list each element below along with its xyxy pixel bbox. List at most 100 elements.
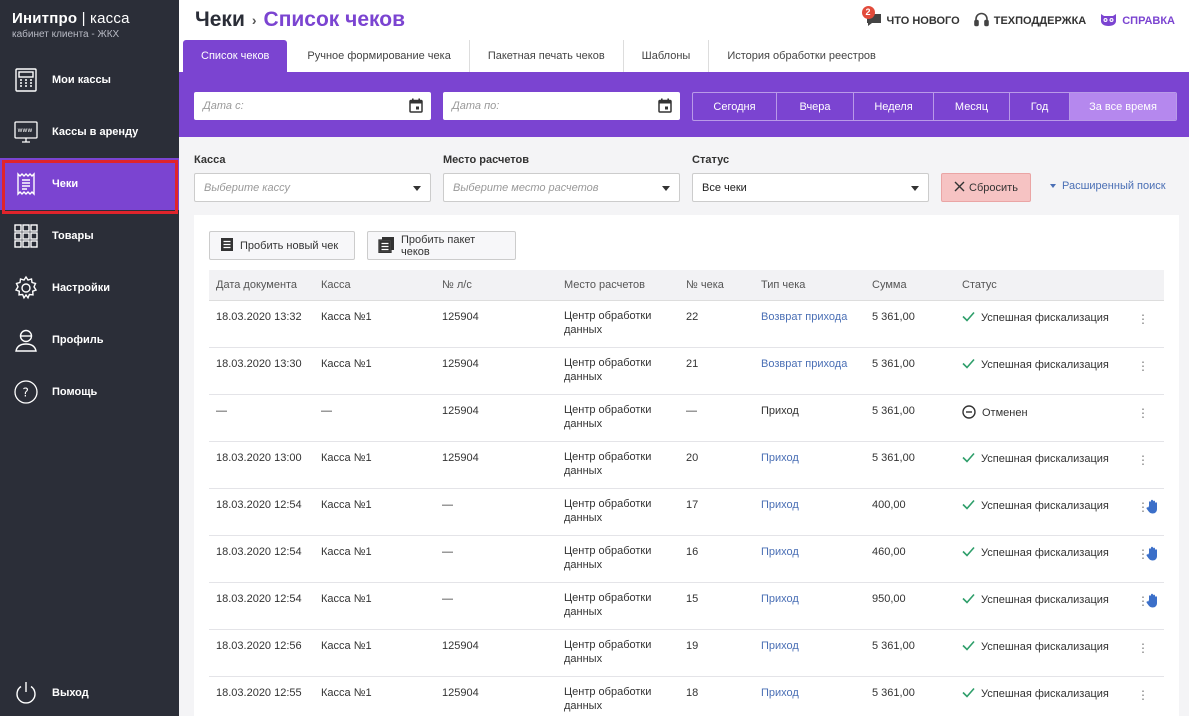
cell-type[interactable]: Возврат прихода [754,300,865,348]
more-menu-icon[interactable]: ⋮ [1137,407,1149,419]
sidebar-item-receipts[interactable]: Чеки [0,158,179,214]
support-link[interactable]: ТЕХПОДДЕРЖКА [973,12,1086,30]
cell-account: 125904 [435,394,557,442]
table-row[interactable]: 18.03.2020 12:54 Касса №1— Центр обработки… [209,535,1164,583]
table-row[interactable]: 18.03.2020 13:00 Касса №1 125904 Центр обра… [209,441,1164,489]
column-header-status[interactable]: Статус [955,270,1130,301]
date-from-field[interactable]: Дата с: [194,92,431,120]
table-row[interactable]: 18.03.2020 12:56 Касса №1 125904 Центр обра… [209,629,1164,677]
status-select-value: Все чеки [702,181,747,194]
cell-register: Касса №1 [314,582,435,630]
cell-register: Касса №1 [314,488,435,536]
column-header-receipt-number[interactable]: № чека [679,270,754,301]
cell-account: 125904 [435,441,557,489]
new-receipt-label: Пробить новый чек [240,239,339,252]
cell-type[interactable]: Приход [754,676,865,716]
more-menu-icon[interactable]: ⋮ [1137,642,1149,654]
sidebar-item-help[interactable]: ? Помощь [0,366,179,418]
date-to-placeholder: Дата по: [452,100,500,112]
table-row[interactable]: — —125904 Центр обработки данных — Приход 5 3… [209,394,1164,442]
cell-register: Касса №1 [314,629,435,677]
headset-icon [973,12,989,30]
tab-receipt-list[interactable]: Список чеков [183,40,288,72]
sidebar-item-settings[interactable]: Настройки [0,262,179,314]
column-header-date[interactable]: Дата документа [209,270,314,301]
cell-status: Успешная фискализация [955,582,1130,630]
table-row[interactable]: 18.03.2020 12:55 Касса №1 125904 Центр обра… [209,676,1164,716]
cell-register: Касса №1 [314,676,435,716]
more-menu-icon[interactable]: ⋮ [1137,454,1149,466]
tab-batch-print[interactable]: Пакетная печать чеков [470,40,624,72]
cell-type[interactable]: Приход [754,488,865,536]
column-header-register[interactable]: Касса [314,270,435,301]
status-select[interactable]: Все чеки [692,173,929,202]
table-row[interactable]: 18.03.2020 12:54 Касса №1— Центр обработки… [209,488,1164,536]
column-header-place[interactable]: Место расчетов [557,270,679,301]
table-row[interactable]: 18.03.2020 12:54 Касса №1— Центр обработки… [209,582,1164,630]
check-icon [962,546,975,560]
cell-type[interactable]: Приход [754,535,865,583]
column-header-type[interactable]: Тип чека [754,270,865,301]
column-header-sum[interactable]: Сумма [865,270,955,301]
cell-date: 18.03.2020 12:56 [209,629,314,677]
period-yesterday[interactable]: Вчера [777,93,854,120]
table-row[interactable]: 18.03.2020 13:32 Касса №1 125904 Центр обра… [209,300,1164,348]
new-receipt-button[interactable]: Пробить новый чек [209,231,355,260]
date-to-field[interactable]: Дата по: [443,92,680,120]
cell-date: 18.03.2020 12:55 [209,676,314,716]
page-title: Список чеков [263,8,405,31]
cell-actions: ⋮ [1130,676,1164,716]
column-header-account[interactable]: № л/с [435,270,557,301]
column-header-actions [1130,270,1164,301]
period-year[interactable]: Год [1010,93,1070,120]
breadcrumb-root[interactable]: Чеки [195,8,245,32]
cell-type[interactable]: Приход [754,582,865,630]
sidebar-item-my-registers[interactable]: Мои кассы [0,54,179,106]
cell-receipt-number: 16 [679,535,754,583]
cell-type[interactable]: Приход [754,441,865,489]
cell-place: Центр обработки данных [557,394,679,442]
cell-sum: 5 361,00 [865,394,955,442]
sidebar-item-products[interactable]: Товары [0,210,179,262]
whats-new-link[interactable]: 2 ЧТО НОВОГО [861,5,960,30]
reset-button[interactable]: Сбросить [941,173,1031,202]
period-label: За все время [1089,100,1157,113]
logout-button[interactable]: Выход [0,667,179,716]
sidebar-item-rent-registers[interactable]: www Кассы в аренду [0,106,179,158]
cell-sum: 5 361,00 [865,676,955,716]
help-reference-link[interactable]: СПРАВКА [1100,13,1175,30]
tab-templates[interactable]: Шаблоны [624,40,710,72]
period-month[interactable]: Месяц [934,93,1010,120]
more-menu-icon[interactable]: ⋮ [1137,689,1149,701]
table-row[interactable]: 18.03.2020 13:30 Касса №1 125904 Центр обра… [209,347,1164,395]
period-all-time[interactable]: За все время [1070,93,1176,120]
place-select[interactable]: Выберите место расчетов [443,173,680,202]
cell-actions: ⋮ [1130,535,1164,583]
receipts-card: Пробить новый чек Пробить пакет чеков Да… [194,215,1179,716]
advanced-search-link[interactable]: Расширенный поиск [1050,180,1166,192]
manual-receipt-icon [1146,499,1159,517]
cell-type[interactable]: Возврат прихода [754,347,865,395]
document-icon [220,237,234,255]
status-text: Отменен [982,407,1028,419]
logout-label: Выход [52,687,89,699]
batch-receipts-button[interactable]: Пробить пакет чеков [367,231,516,260]
documents-icon [378,236,395,256]
calendar-icon[interactable] [658,98,672,116]
tab-registry-history[interactable]: История обработки реестров [709,40,894,72]
tab-manual-receipt[interactable]: Ручное формирование чека [289,40,470,72]
cell-sum: 5 361,00 [865,300,955,348]
cell-type[interactable]: Приход [754,629,865,677]
more-menu-icon[interactable]: ⋮ [1137,360,1149,372]
cell-place: Центр обработки данных [557,629,679,677]
period-week[interactable]: Неделя [854,93,934,120]
more-menu-icon[interactable]: ⋮ [1137,313,1149,325]
sidebar-item-profile[interactable]: Профиль [0,314,179,366]
period-today[interactable]: Сегодня [693,93,777,120]
check-icon [962,358,975,372]
cell-date: 18.03.2020 12:54 [209,488,314,536]
grid-icon [12,222,40,250]
register-select[interactable]: Выберите кассу [194,173,431,202]
sidebar-item-label: Кассы в аренду [52,126,139,138]
calendar-icon[interactable] [409,98,423,116]
